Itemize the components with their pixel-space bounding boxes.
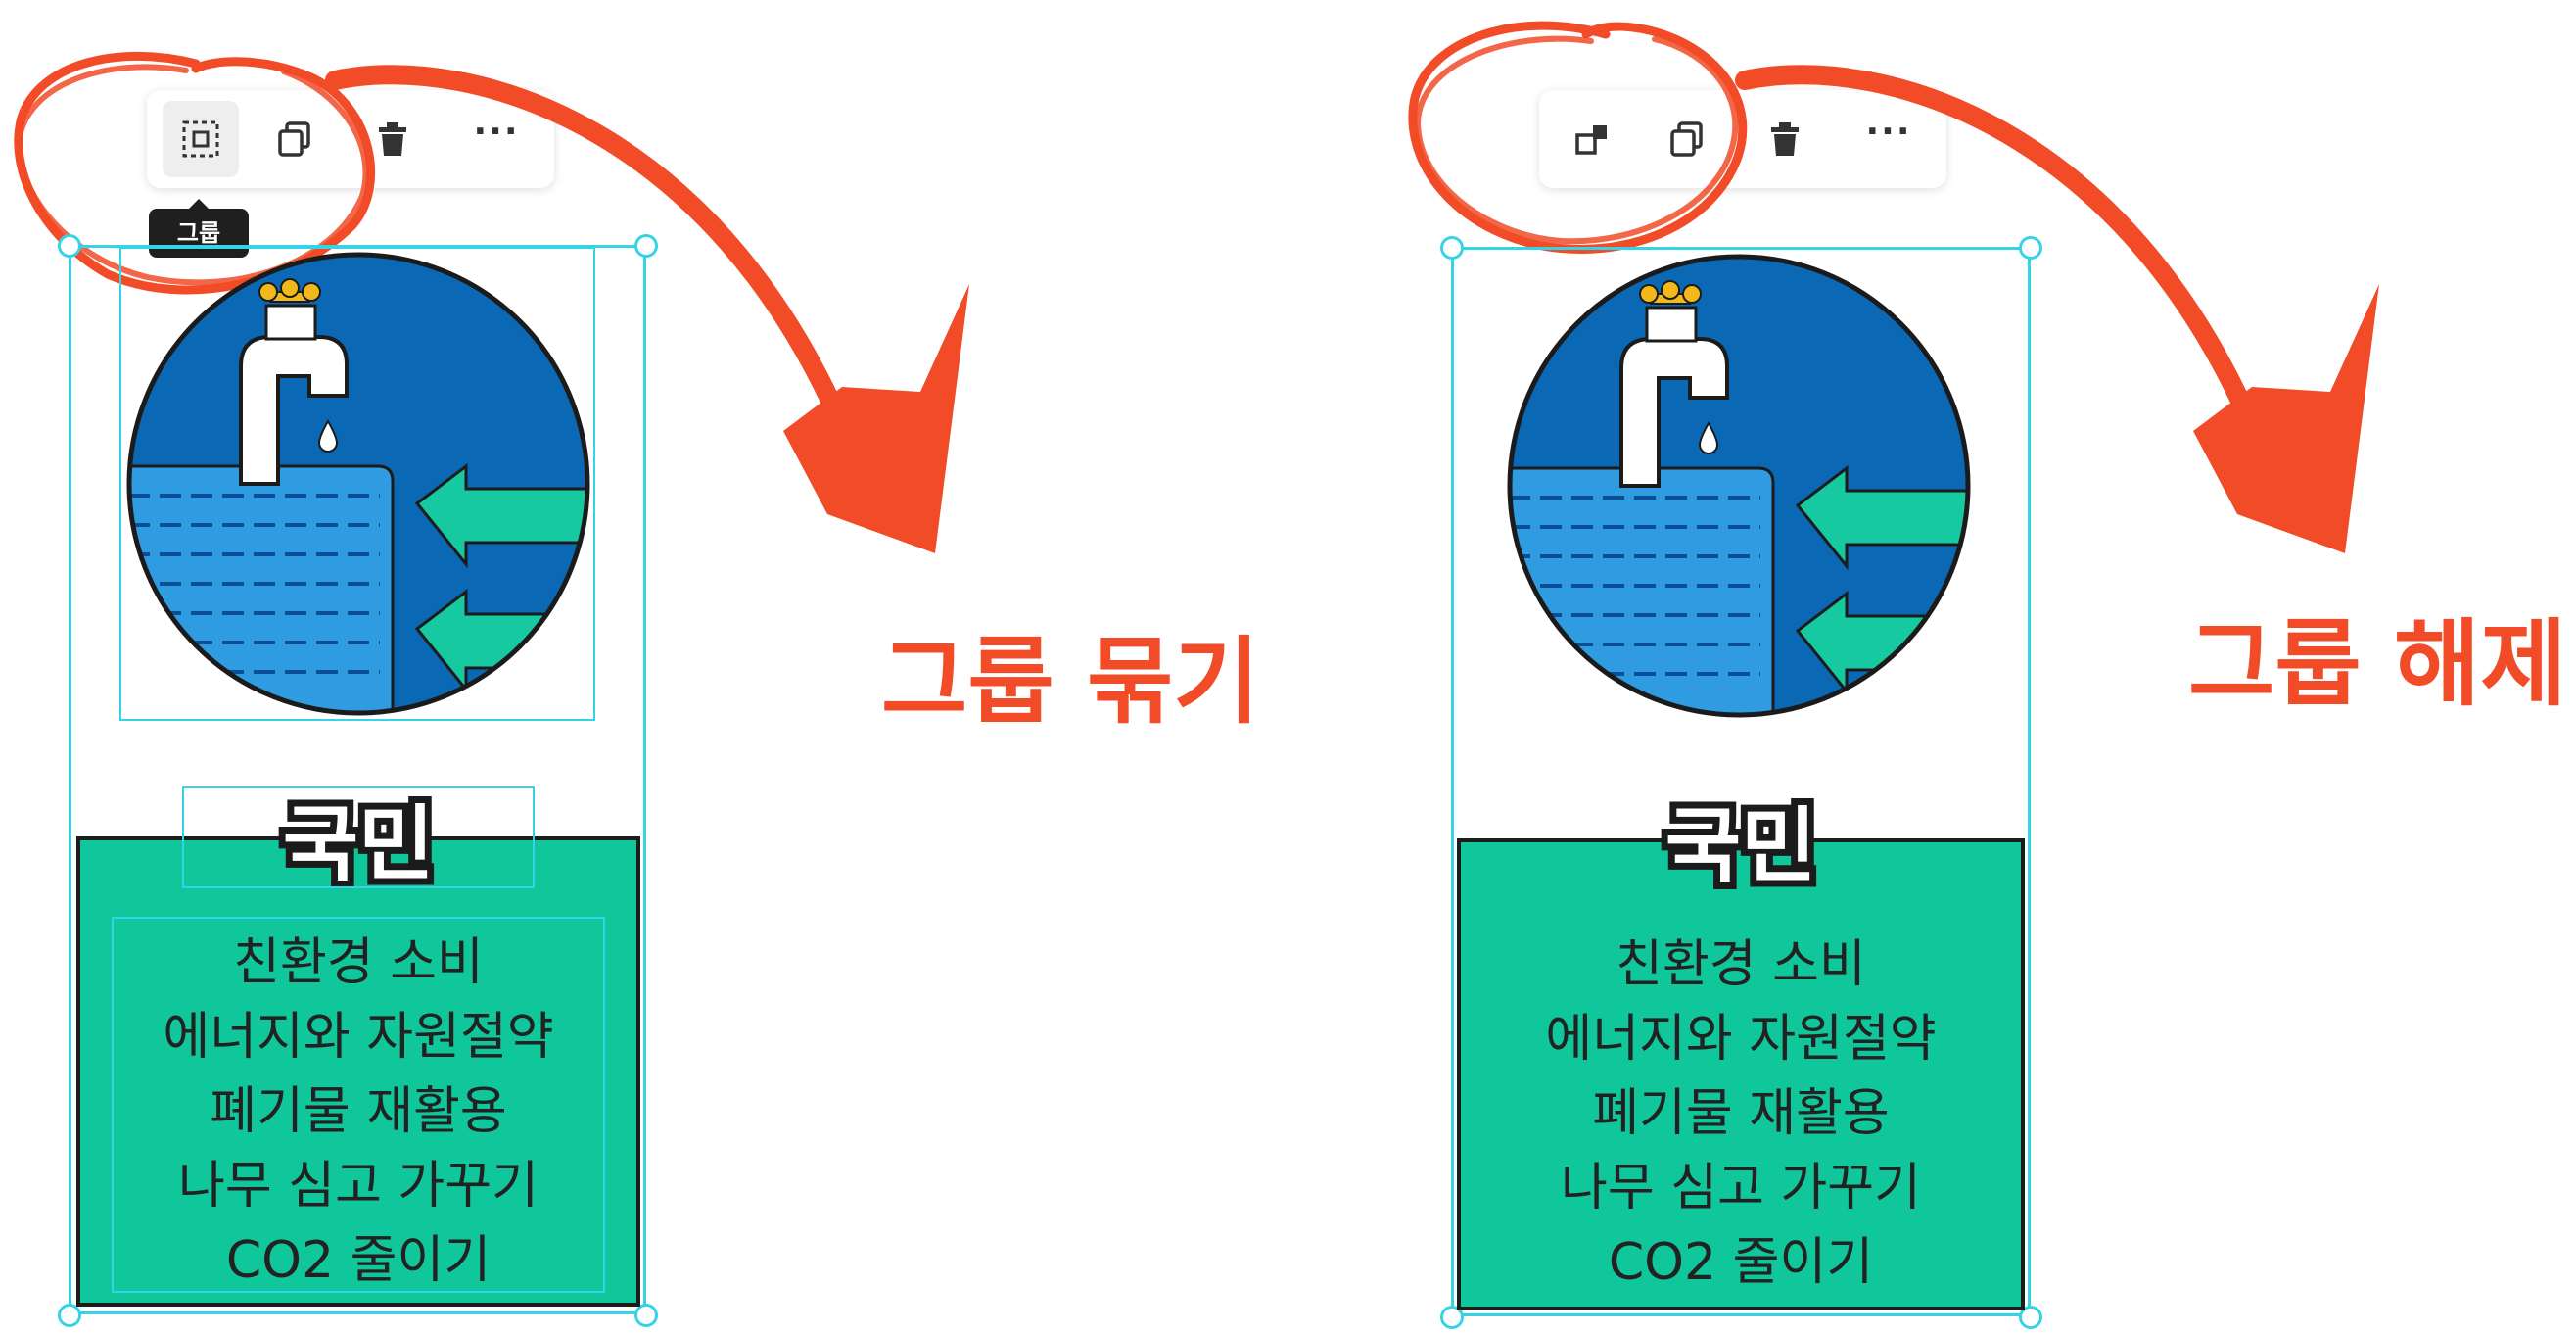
left-curved-arrow (325, 65, 969, 553)
card-line: CO2 줄이기 (1608, 1233, 1874, 1292)
card-line: 폐기물 재활용 (1592, 1084, 1890, 1143)
right-handle-top-left[interactable] (1440, 236, 1464, 260)
right-panel: ··· 친환경 소비 에너지와 자원절약 폐기물 재활용 나무 심고 가꾸기 C… (1283, 0, 2576, 1334)
card-line: 에너지와 자원절약 (1545, 1010, 1937, 1069)
right-curved-arrow (1735, 65, 2379, 553)
left-title-box[interactable] (182, 786, 535, 888)
left-caption: 그룹 묶기 (881, 627, 1260, 737)
left-panel: ··· 그룹 친환경 소비 에너지와 자원절약 폐기물 재활용 나무 심고 가꾸… (0, 0, 1273, 1334)
left-handle-top-left[interactable] (58, 234, 81, 258)
left-handle-bottom-left[interactable] (58, 1304, 81, 1327)
card-line: 나무 심고 가꾸기 (1561, 1159, 1921, 1217)
card-line: 친환경 소비 (1616, 935, 1866, 994)
left-handle-bottom-right[interactable] (634, 1304, 658, 1327)
left-text-box[interactable] (112, 917, 605, 1293)
right-card-title: 국민 (1664, 798, 1817, 894)
right-caption: 그룹 해제 (2188, 609, 2567, 719)
right-info-card[interactable]: 친환경 소비 에너지와 자원절약 폐기물 재활용 나무 심고 가꾸기 CO2 줄… (1457, 838, 2025, 1310)
